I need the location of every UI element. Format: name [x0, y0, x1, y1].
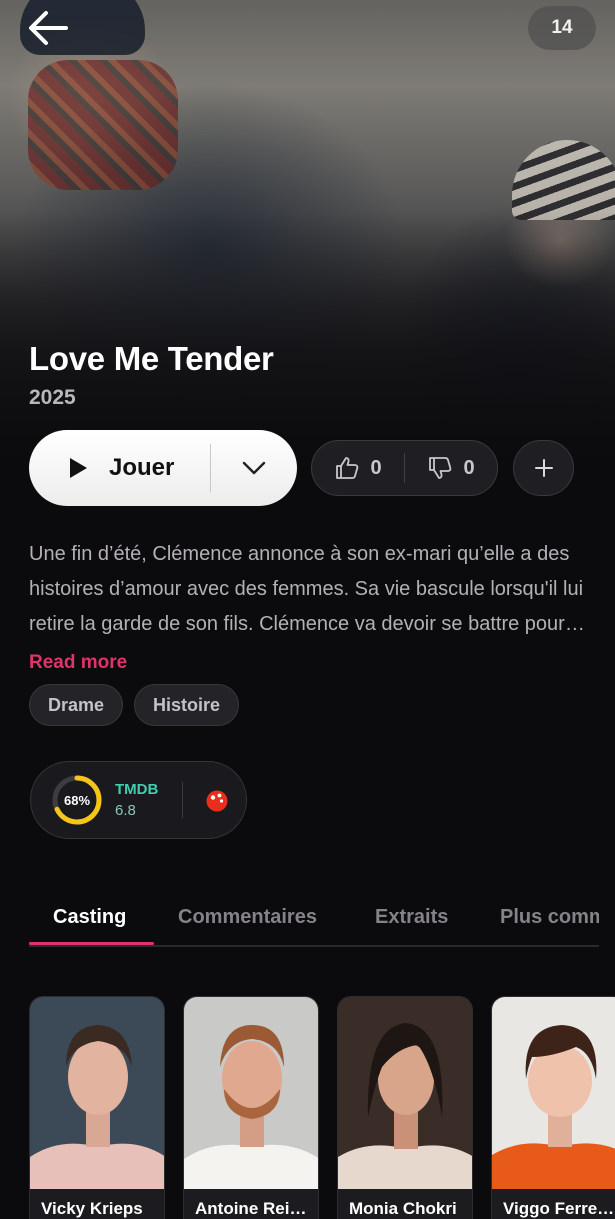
- cast-card[interactable]: Monia Chokri: [337, 996, 473, 1219]
- plus-icon: [534, 459, 553, 477]
- age-rating-badge: 14: [528, 6, 596, 50]
- cast-name: Vicky Krieps: [30, 1189, 164, 1219]
- tab-more-like-this[interactable]: Plus comme ceci: [500, 890, 599, 945]
- cast-photo: [30, 997, 164, 1189]
- dislike-button[interactable]: 0: [405, 441, 497, 495]
- play-options-button[interactable]: [211, 430, 297, 506]
- synopsis: Une fin d’été, Clémence annonce à son ex…: [29, 543, 584, 635]
- like-button[interactable]: 0: [312, 441, 404, 495]
- cast-list: Vicky Krieps Antoine Reinartz Monia Chok…: [29, 996, 615, 1219]
- hero-backdrop: [0, 0, 615, 470]
- ratings-pill[interactable]: 68% TMDB 6.8: [30, 761, 247, 839]
- release-year: 2025: [29, 386, 76, 409]
- cast-card[interactable]: Antoine Reinartz: [183, 996, 319, 1219]
- cast-card[interactable]: Viggo Ferreira-Redier: [491, 996, 615, 1219]
- score-ring: 68%: [51, 774, 103, 826]
- cast-name: Monia Chokri: [338, 1189, 472, 1219]
- rating-score: 6.8: [115, 802, 136, 819]
- active-tab-indicator: [29, 942, 154, 945]
- thumbs-down-icon: [429, 457, 452, 479]
- play-button-group: Jouer: [29, 430, 297, 506]
- play-label: Jouer: [109, 454, 175, 481]
- cast-name: Viggo Ferreira-Redier: [492, 1189, 615, 1219]
- genre-chip[interactable]: Drame: [29, 684, 124, 726]
- vote-group: 0 0: [311, 440, 498, 496]
- like-count: 0: [370, 456, 382, 479]
- cast-photo: [338, 997, 472, 1189]
- tomato-icon: [206, 790, 228, 812]
- cast-card[interactable]: Vicky Krieps: [29, 996, 165, 1219]
- genre-list: Drame Histoire: [29, 684, 240, 726]
- arrow-left-icon: [29, 11, 68, 45]
- add-to-list-button[interactable]: [513, 440, 574, 496]
- play-button[interactable]: Jouer: [29, 430, 210, 506]
- tab-comments[interactable]: Commentaires: [178, 890, 317, 945]
- tab-clips[interactable]: Extraits: [375, 890, 448, 945]
- rating-source: TMDB: [115, 781, 159, 798]
- tab-casting[interactable]: Casting: [53, 890, 126, 945]
- play-icon: [70, 458, 87, 478]
- genre-chip[interactable]: Histoire: [134, 684, 240, 726]
- cast-name: Antoine Reinartz: [184, 1189, 318, 1219]
- read-more-link[interactable]: Read more: [29, 652, 127, 674]
- cast-photo: [492, 997, 615, 1189]
- tab-bar: Casting Commentaires Extraits Plus comme…: [29, 890, 599, 947]
- movie-title: Love Me Tender: [29, 340, 274, 377]
- dislike-count: 0: [463, 456, 475, 479]
- thumbs-up-icon: [336, 457, 359, 479]
- chevron-down-icon: [242, 461, 266, 475]
- score-percent: 68%: [63, 792, 91, 808]
- cast-photo: [184, 997, 318, 1189]
- back-button[interactable]: [22, 6, 74, 50]
